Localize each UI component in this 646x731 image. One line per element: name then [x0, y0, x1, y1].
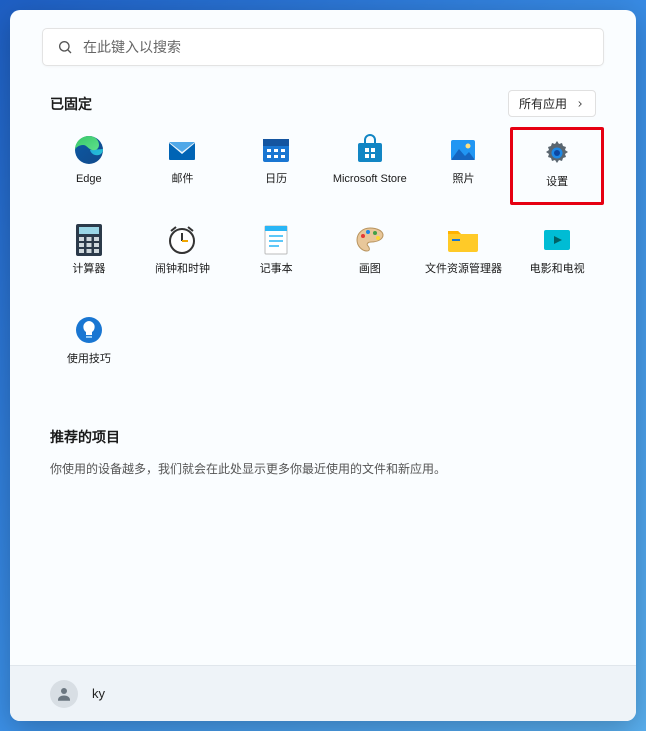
calculator-icon — [72, 223, 106, 257]
app-edge[interactable]: Edge — [42, 127, 136, 205]
app-photos[interactable]: 照片 — [417, 127, 511, 205]
app-movies[interactable]: 电影和电视 — [510, 217, 604, 295]
username[interactable]: ky — [92, 686, 105, 701]
notepad-icon — [259, 223, 293, 257]
pinned-header: 已固定 所有应用 — [42, 90, 604, 117]
app-label: 邮件 — [169, 173, 195, 186]
pinned-title: 已固定 — [50, 94, 92, 114]
paint-icon — [353, 223, 387, 257]
all-apps-label: 所有应用 — [519, 95, 567, 112]
person-icon — [55, 685, 73, 703]
app-paint[interactable]: 画图 — [323, 217, 417, 295]
calendar-icon — [259, 133, 293, 167]
recommended-title: 推荐的项目 — [50, 427, 596, 447]
user-avatar[interactable] — [50, 680, 78, 708]
search-input[interactable] — [83, 39, 589, 55]
app-calendar[interactable]: 日历 — [229, 127, 323, 205]
recommended-section: 推荐的项目 你使用的设备越多，我们就会在此处显示更多你最近使用的文件和新应用。 — [42, 427, 604, 478]
app-label: 设置 — [544, 176, 570, 189]
photos-icon — [446, 133, 480, 167]
footer: ky — [10, 665, 636, 721]
content-area: 已固定 所有应用 — [10, 66, 636, 665]
store-icon — [353, 133, 387, 167]
app-mail[interactable]: 邮件 — [136, 127, 230, 205]
app-settings[interactable]: 设置 — [510, 127, 604, 205]
recommended-text: 你使用的设备越多，我们就会在此处显示更多你最近使用的文件和新应用。 — [50, 461, 596, 478]
edge-icon — [72, 133, 106, 167]
app-label: 计算器 — [70, 263, 107, 276]
app-label: 画图 — [357, 263, 383, 276]
clock-icon — [165, 223, 199, 257]
folder-icon — [446, 223, 480, 257]
start-menu: 已固定 所有应用 — [10, 10, 636, 721]
app-label: Microsoft Store — [331, 173, 409, 186]
app-alarms[interactable]: 闹钟和时钟 — [136, 217, 230, 295]
app-label: Edge — [74, 173, 104, 186]
app-label: 文件资源管理器 — [423, 263, 504, 276]
mail-icon — [165, 133, 199, 167]
app-label: 记事本 — [258, 263, 295, 276]
settings-icon — [540, 136, 574, 170]
tips-icon — [72, 313, 106, 347]
app-label: 使用技巧 — [65, 353, 113, 366]
all-apps-button[interactable]: 所有应用 — [508, 90, 596, 117]
app-label: 电影和电视 — [528, 263, 587, 276]
app-label: 照片 — [450, 173, 476, 186]
app-tips[interactable]: 使用技巧 — [42, 307, 136, 385]
app-label: 日历 — [263, 173, 289, 186]
search-icon — [57, 39, 73, 55]
chevron-right-icon — [575, 99, 585, 109]
app-label: 闹钟和时钟 — [153, 263, 212, 276]
app-calculator[interactable]: 计算器 — [42, 217, 136, 295]
movies-icon — [540, 223, 574, 257]
app-explorer[interactable]: 文件资源管理器 — [417, 217, 511, 295]
search-bar[interactable] — [42, 28, 604, 66]
app-store[interactable]: Microsoft Store — [323, 127, 417, 205]
app-notepad[interactable]: 记事本 — [229, 217, 323, 295]
pinned-grid: Edge 邮件 — [42, 127, 604, 385]
